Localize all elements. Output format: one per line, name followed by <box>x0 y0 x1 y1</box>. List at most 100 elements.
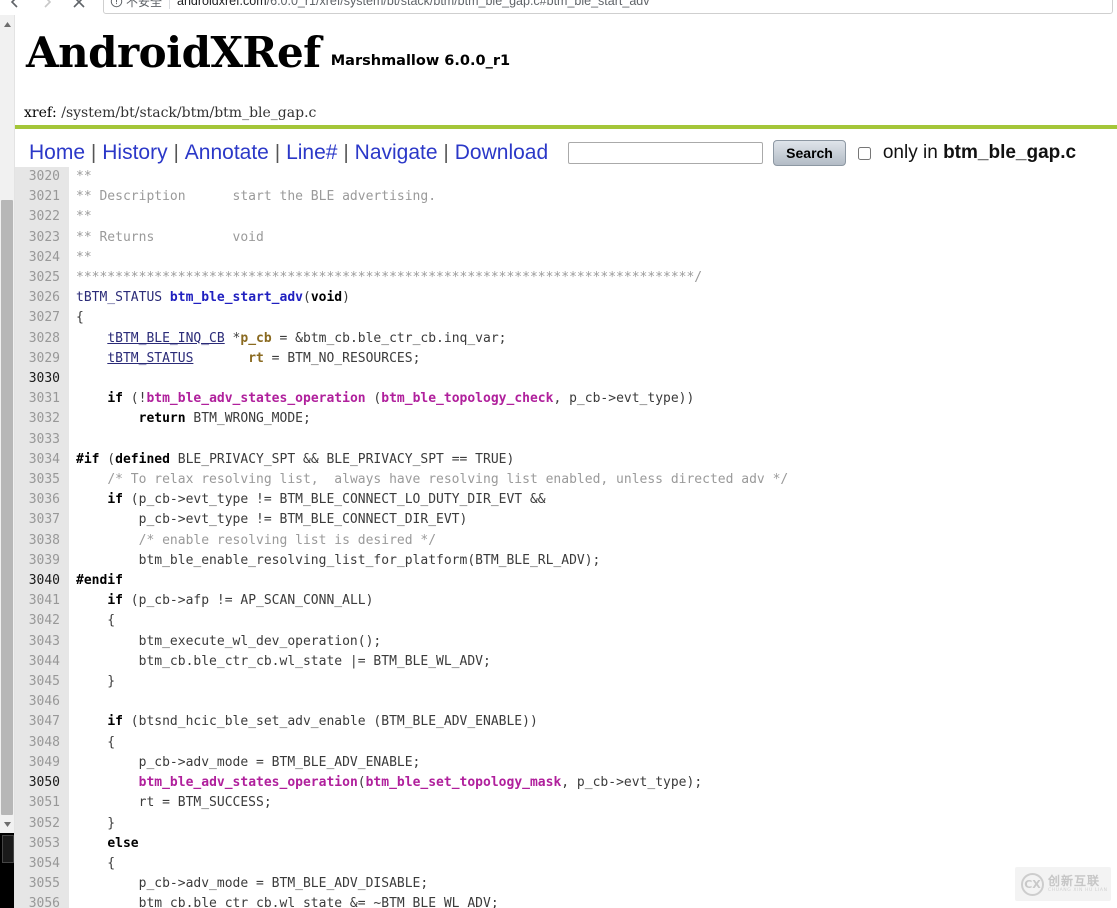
xref-breadcrumb: xref: /system/bt/stack/btm/btm_ble_gap.c <box>24 105 316 121</box>
line-number[interactable]: 3020 <box>15 167 69 188</box>
code-token[interactable]: tBTM_STATUS <box>107 351 193 366</box>
line-number[interactable]: 3031 <box>15 389 69 410</box>
source-code-viewer[interactable]: 3020 ** 3021 ** Description start the BLE a… <box>15 167 1117 908</box>
code-token: = &btm_cb.ble_ctr_cb.inq_var; <box>271 330 507 346</box>
browser-nav-buttons <box>4 0 90 13</box>
scroll-up-arrow-icon[interactable] <box>0 17 14 31</box>
line-source: } <box>69 672 1117 692</box>
only-in-file-label: only in btm_ble_gap.c <box>883 142 1076 164</box>
line-source: if (btsnd_hcic_ble_set_adv_enable (BTM_B… <box>69 712 1117 732</box>
code-line: 3024 ** <box>15 247 1117 269</box>
line-number[interactable]: 3049 <box>15 752 69 774</box>
line-number[interactable]: 3027 <box>15 308 69 329</box>
line-source: return BTM_WRONG_MODE; <box>69 409 1117 429</box>
code-line: 3054 { <box>15 853 1117 875</box>
line-number[interactable]: 3047 <box>15 712 69 733</box>
site-logo[interactable]: Android XRef Marshmallow 6.0.0_r1 <box>26 32 510 74</box>
url-host: androidxref.com <box>177 0 267 8</box>
site-security-badge[interactable]: 不安全 <box>110 0 162 10</box>
code-token: (p_cb->afp != AP_SCAN_CONN_ALL) <box>122 593 374 609</box>
code-token: (p_cb->evt_type != BTM_BLE_CONNECT_LO_DU… <box>122 492 546 508</box>
code-token[interactable]: btm_ble_topology_check <box>381 391 553 406</box>
code-token: (! <box>122 391 147 407</box>
address-bar[interactable]: 不安全 androidxref.com/6.0.0_r1/xref/system… <box>103 0 1113 14</box>
code-token: * <box>224 330 241 346</box>
line-number[interactable]: 3033 <box>15 429 69 450</box>
line-number[interactable]: 3042 <box>15 611 69 632</box>
line-number[interactable]: 3028 <box>15 328 69 349</box>
close-icon[interactable] <box>68 0 90 13</box>
code-line: 3052 } <box>15 813 1117 834</box>
line-number[interactable]: 3022 <box>15 207 69 228</box>
menu-item-annotate[interactable]: Annotate <box>179 141 275 165</box>
menu-item-navigate[interactable]: Navigate <box>349 141 444 165</box>
line-number[interactable]: 3055 <box>15 874 69 895</box>
code-line: 3039 btm_ble_enable_resolving_list_for_p… <box>15 550 1117 572</box>
line-number[interactable]: 3024 <box>15 247 69 269</box>
line-number[interactable]: 3029 <box>15 348 69 370</box>
code-line: 3035 /* To relax resolving list, always … <box>15 470 1117 491</box>
line-source: ** Description start the BLE advertising… <box>69 187 1117 207</box>
menu-item-linenum[interactable]: Line# <box>280 141 343 165</box>
code-line: 3026 tBTM_STATUS btm_ble_start_adv(void) <box>15 288 1117 309</box>
line-source <box>69 430 1117 450</box>
menu-item-download[interactable]: Download <box>449 141 554 165</box>
xref-label: xref: <box>24 105 57 121</box>
line-number[interactable]: 3046 <box>15 692 69 713</box>
line-number[interactable]: 3032 <box>15 409 69 430</box>
line-number[interactable]: 3037 <box>15 510 69 531</box>
line-source: ** <box>69 248 1117 268</box>
line-number[interactable]: 3044 <box>15 651 69 673</box>
line-number[interactable]: 3040 <box>15 571 69 592</box>
code-token[interactable]: btm_ble_adv_states_operation <box>139 775 358 790</box>
page-scrollbar[interactable] <box>0 15 15 908</box>
line-number[interactable]: 3035 <box>15 470 69 491</box>
only-in-filename: btm_ble_gap.c <box>943 142 1077 163</box>
line-number[interactable]: 3036 <box>15 490 69 511</box>
line-number[interactable]: 3041 <box>15 591 69 612</box>
search-button[interactable]: Search <box>773 140 846 166</box>
line-number[interactable]: 3021 <box>15 187 69 208</box>
line-number[interactable]: 3043 <box>15 631 69 652</box>
xref-path[interactable]: /system/bt/stack/btm/btm_ble_gap.c <box>61 105 316 121</box>
search-input[interactable] <box>568 142 764 164</box>
code-token: if <box>107 714 123 730</box>
line-number[interactable]: 3030 <box>15 369 69 390</box>
code-token: , p_cb->evt_type); <box>561 775 703 791</box>
line-number[interactable]: 3048 <box>15 732 69 753</box>
code-token[interactable]: btm_ble_set_topology_mask <box>366 775 562 790</box>
line-number[interactable]: 3051 <box>15 793 69 814</box>
code-token[interactable]: btm_ble_adv_states_operation <box>146 391 365 406</box>
line-number[interactable]: 3056 <box>15 894 69 908</box>
line-number[interactable]: 3050 <box>15 773 69 794</box>
code-line: 3029 tBTM_STATUS rt = BTM_NO_RESOURCES; <box>15 348 1117 370</box>
code-token[interactable]: tBTM_BLE_INQ_CB <box>107 331 224 346</box>
line-number[interactable]: 3052 <box>15 813 69 834</box>
scroll-down-arrow-icon[interactable] <box>0 817 14 831</box>
only-in-file-checkbox[interactable] <box>857 146 871 160</box>
line-number[interactable]: 3038 <box>15 530 69 551</box>
line-number[interactable]: 3034 <box>15 449 69 471</box>
scrollbar-thumb[interactable] <box>1 200 13 815</box>
watermark-cn: 创新互联 <box>1048 873 1101 888</box>
line-number[interactable]: 3039 <box>15 550 69 572</box>
line-number[interactable]: 3025 <box>15 268 69 289</box>
line-number[interactable]: 3026 <box>15 288 69 309</box>
forward-arrow-icon[interactable] <box>36 0 58 13</box>
code-token: BLE_PRIVACY_SPT && BLE_PRIVACY_SPT == TR… <box>169 451 515 467</box>
line-source: ****************************************… <box>69 268 1117 288</box>
line-number[interactable]: 3054 <box>15 853 69 875</box>
back-arrow-icon[interactable] <box>4 0 26 13</box>
menu-item-history[interactable]: History <box>96 141 173 165</box>
code-token: { <box>76 855 116 871</box>
code-token[interactable]: btm_ble_start_adv <box>170 290 303 305</box>
menu-item-home[interactable]: Home <box>15 141 91 165</box>
code-table-body: 3020 ** 3021 ** Description start the BLE a… <box>15 167 1117 908</box>
line-number[interactable]: 3053 <box>15 833 69 854</box>
line-number[interactable]: 3023 <box>15 227 69 248</box>
line-number[interactable]: 3045 <box>15 672 69 693</box>
line-source: tBTM_STATUS btm_ble_start_adv(void) <box>69 288 1117 308</box>
